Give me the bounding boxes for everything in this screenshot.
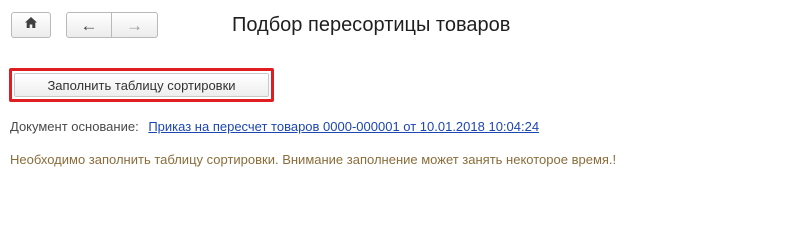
forward-button[interactable]: → xyxy=(112,12,158,38)
back-button[interactable]: ← xyxy=(66,12,112,38)
notice-message: Необходимо заполнить таблицу сортировки.… xyxy=(10,152,617,167)
history-nav-group: ← → xyxy=(66,12,158,38)
arrow-left-icon: ← xyxy=(80,15,98,35)
home-icon xyxy=(24,16,38,34)
fill-sort-table-button[interactable]: Заполнить таблицу сортировки xyxy=(14,73,269,97)
navigation-toolbar: ← → xyxy=(11,12,158,38)
base-document-link[interactable]: Приказ на пересчет товаров 0000-000001 о… xyxy=(148,119,539,134)
home-button[interactable] xyxy=(11,12,51,38)
base-document-row: Документ основание: Приказ на пересчет т… xyxy=(10,119,539,134)
arrow-right-icon: → xyxy=(126,15,143,35)
base-document-label: Документ основание: xyxy=(10,119,139,134)
highlight-frame: Заполнить таблицу сортировки xyxy=(9,68,274,102)
page-title: Подбор пересортицы товаров xyxy=(232,14,511,36)
